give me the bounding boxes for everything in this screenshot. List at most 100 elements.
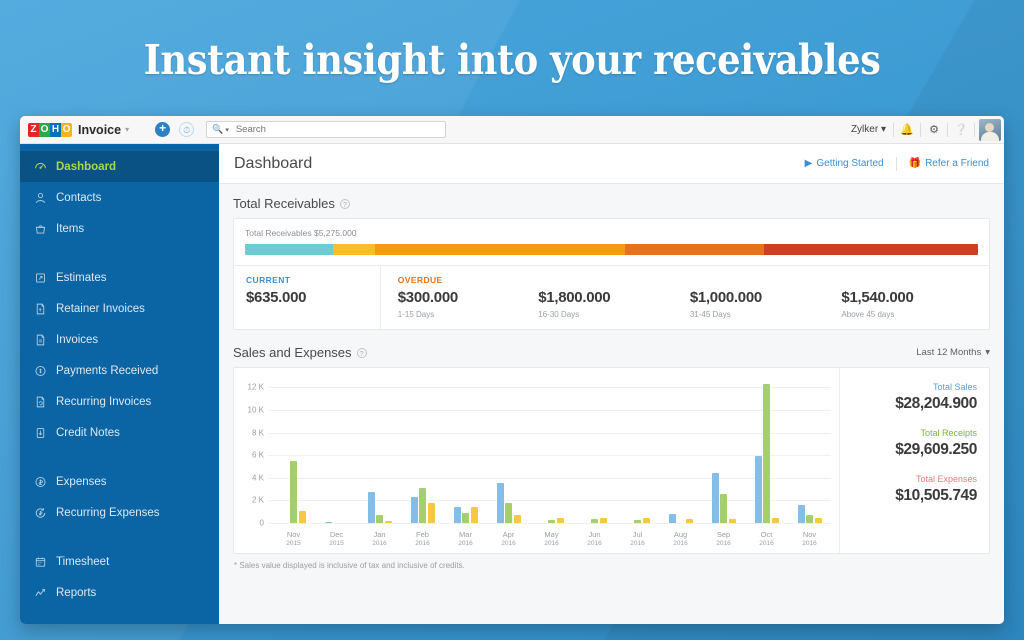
avatar[interactable] <box>979 118 1001 141</box>
sidebar-item-reports[interactable]: Reports <box>20 577 219 608</box>
chart-bar[interactable] <box>505 503 512 523</box>
chart-bar-group[interactable] <box>745 376 788 523</box>
getting-started-link[interactable]: ▶ Getting Started <box>805 158 884 169</box>
search-scope-chevron-icon[interactable]: ▾ <box>225 126 229 134</box>
chart-bar-group[interactable] <box>702 376 745 523</box>
chart-bar[interactable] <box>806 515 813 523</box>
chart-bar-group[interactable] <box>616 376 659 523</box>
sidebar-item-recurring-invoices[interactable]: Recurring Invoices <box>20 386 219 417</box>
chart-bar[interactable] <box>797 504 805 523</box>
chart-bar[interactable] <box>685 519 693 523</box>
info-icon[interactable]: ? <box>339 198 350 209</box>
receivables-bucket-4[interactable]: $1,540.000 Above 45 days <box>837 266 989 329</box>
help-icon[interactable]: ❔ <box>948 123 974 136</box>
sidebar-item-dashboard[interactable]: Dashboard <box>20 151 219 182</box>
aging-segment[interactable] <box>332 244 375 255</box>
overdue-tag-spacer <box>538 275 686 285</box>
info-icon[interactable]: ? <box>356 347 367 358</box>
chart-bar-group[interactable] <box>358 376 401 523</box>
aging-segment[interactable] <box>374 244 625 255</box>
chart-bar[interactable] <box>453 506 461 523</box>
chart-bar-group[interactable] <box>444 376 487 523</box>
chart-bar[interactable] <box>556 517 564 523</box>
chart-bar[interactable] <box>711 473 719 523</box>
chart-bar[interactable] <box>599 517 607 523</box>
sidebar-item-payments-received[interactable]: Payments Received <box>20 355 219 386</box>
sidebar-item-items[interactable]: Items <box>20 213 219 244</box>
total-receipts-label: Total Receipts <box>920 428 977 438</box>
chart-bar[interactable] <box>419 487 426 523</box>
chevron-down-icon[interactable]: ▾ <box>125 125 129 134</box>
aging-segment[interactable] <box>763 244 978 255</box>
banner-headline: Instant insight into your receivables <box>143 36 881 84</box>
chart-bar[interactable] <box>634 519 641 523</box>
chart-bar[interactable] <box>496 482 504 523</box>
sidebar-item-invoices[interactable]: Invoices <box>20 324 219 355</box>
chart-bar-group[interactable] <box>659 376 702 523</box>
y-axis-tick-label: 4 K <box>251 473 264 483</box>
receivables-current-cell[interactable]: CURRENT $635.000 <box>234 266 381 329</box>
chart-bar-group[interactable] <box>272 376 315 523</box>
sidebar-item-expenses[interactable]: Expenses <box>20 466 219 497</box>
chart-bar[interactable] <box>720 494 727 523</box>
bell-icon[interactable]: 🔔 <box>894 123 920 136</box>
org-switcher[interactable]: Zylker ▾ <box>844 124 893 135</box>
clock-icon[interactable]: ⏱ <box>179 122 195 137</box>
sidebar-item-recurring-expenses[interactable]: Recurring Expenses <box>20 497 219 528</box>
search-field[interactable] <box>233 123 441 136</box>
chart-bar[interactable] <box>462 512 469 523</box>
receivables-bucket-2[interactable]: $1,800.000 16-30 Days <box>534 266 686 329</box>
chart-bar-group[interactable] <box>530 376 573 523</box>
chart-bar-group[interactable] <box>487 376 530 523</box>
refer-a-friend-link[interactable]: 🎁 Refer a Friend <box>909 158 989 169</box>
chart-bar[interactable] <box>728 519 736 523</box>
total-receivables-title-row: Total Receivables ? <box>233 196 1004 211</box>
sidebar-item-credit-notes[interactable]: Credit Notes <box>20 417 219 448</box>
chart-bar[interactable] <box>754 456 762 523</box>
chart-bar[interactable] <box>290 460 297 523</box>
chart-bar-group[interactable] <box>788 376 831 523</box>
chart-bar[interactable] <box>367 492 375 523</box>
sidebar-item-timesheet[interactable]: Timesheet <box>20 546 219 577</box>
chart-bar[interactable] <box>427 502 435 523</box>
chart-bar[interactable] <box>384 520 392 523</box>
chart-bar[interactable] <box>298 510 306 523</box>
gear-icon[interactable]: ⚙ <box>921 123 947 136</box>
receivables-aging-bar[interactable] <box>245 244 978 255</box>
chart-bar[interactable] <box>470 506 478 523</box>
date-range-select[interactable]: Last 12 Months ▾ <box>916 347 990 358</box>
chart-bar-group[interactable] <box>401 376 444 523</box>
chart-bar[interactable] <box>763 383 770 523</box>
receivables-bucket-1[interactable]: OVERDUE $300.000 1-15 Days <box>381 266 535 329</box>
chart-bar[interactable] <box>591 519 598 523</box>
sidebar-item-retainer-invoices[interactable]: Retainer Invoices <box>20 293 219 324</box>
sidebar: Dashboard Contacts Items Estimates Retai… <box>20 144 219 624</box>
total-expenses-label: Total Expenses <box>915 474 977 484</box>
receivables-bucket-3[interactable]: $1,000.000 31-45 Days <box>686 266 838 329</box>
sidebar-item-estimates[interactable]: Estimates <box>20 262 219 293</box>
sidebar-item-label: Expenses <box>56 475 107 488</box>
plus-icon[interactable]: + <box>155 122 171 137</box>
zoho-invoice-logo[interactable]: Z O H O Invoice ▾ <box>28 122 129 137</box>
chart-bar[interactable] <box>548 519 555 523</box>
bucket-period: 1-15 Days <box>397 310 435 319</box>
chart-bar-group[interactable] <box>315 376 358 523</box>
total-expenses-value: $10,505.749 <box>895 487 977 504</box>
chart-bar[interactable] <box>376 515 383 523</box>
search-input[interactable]: 🔍 ▾ <box>206 121 447 138</box>
aging-segment[interactable] <box>245 244 333 255</box>
sidebar-item-contacts[interactable]: Contacts <box>20 182 219 213</box>
chart-bar[interactable] <box>513 514 521 523</box>
chart-bar[interactable] <box>324 522 332 523</box>
chart-bar[interactable] <box>410 497 418 523</box>
aging-segment[interactable] <box>624 244 764 255</box>
zoho-letter-o2: O <box>61 122 72 137</box>
chart-bar[interactable] <box>642 517 650 523</box>
bucket-period: 16-30 Days <box>538 310 580 319</box>
chart-bar[interactable] <box>771 518 779 523</box>
chart-bar[interactable] <box>814 517 822 523</box>
chart-bar-group[interactable] <box>573 376 616 523</box>
sales-expenses-chart[interactable]: 0 2 K 4 K 6 K 8 K 10 K 12 K Nov 2015 Dec 2015 Jan 2… <box>234 368 839 553</box>
chart-bar[interactable] <box>668 513 676 523</box>
total-sales-label: Total Sales <box>932 382 977 392</box>
